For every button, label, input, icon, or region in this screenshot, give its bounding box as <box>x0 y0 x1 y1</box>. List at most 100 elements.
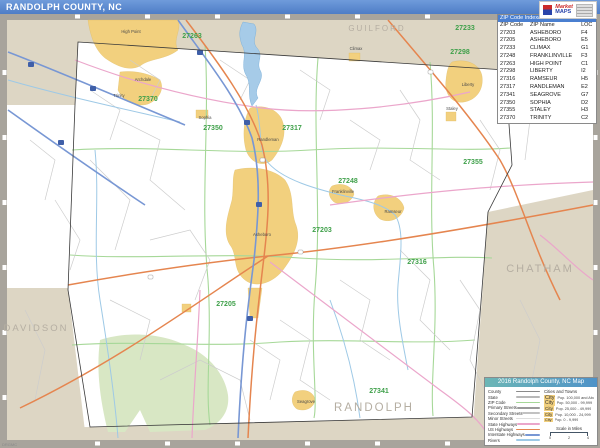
legend-line-sample <box>516 418 540 420</box>
city-name-label: Asheboro <box>253 232 272 237</box>
scale-bar: Scale in Miles 024 <box>544 426 594 440</box>
legend-item-label: Rivers <box>488 438 516 443</box>
zip-code-label: 27298 <box>450 49 470 56</box>
legend-city-class: CityPop. 25,000 - 49,999 <box>544 406 594 412</box>
legend-city-desc: Pop. 50,000 - 99,999 <box>557 401 592 405</box>
col-loc: LOC <box>579 22 596 30</box>
zip-code-label: 27233 <box>455 25 475 32</box>
zip-code-label: 27203 <box>312 227 332 234</box>
zip-code-label: 27248 <box>338 178 358 185</box>
zip-table-row: 27341SEAGROVEG7 <box>498 92 596 100</box>
legend-line-sample <box>516 429 540 431</box>
county-name-label: RANDOLPH <box>334 402 414 414</box>
legend-item-label: Secondary Streets <box>488 411 522 416</box>
city-name-label: Sophia <box>198 115 212 120</box>
zip-loc-cell: C1 <box>579 61 596 69</box>
zip-index-table: ZIP Code Index/Grid Locator ZIP Code ZIP… <box>497 14 597 124</box>
legend-city-desc: Pop. 25,000 - 49,999 <box>556 407 591 411</box>
zip-table-row: 27370TRINITYC2 <box>498 115 596 123</box>
zip-code-label: 27370 <box>138 96 158 103</box>
zip-code-label: 27350 <box>203 125 223 132</box>
legend-item-label: US Highways <box>488 427 516 432</box>
legend-item-label: State Highways <box>488 422 517 427</box>
zip-table-body: 27203ASHEBOROF427205ASHEBOROE527233CLIMA… <box>498 30 596 124</box>
city-name-label: Staley <box>446 106 459 111</box>
zip-name-cell: ASHEBORO <box>528 30 579 38</box>
publisher-logo-extra <box>576 4 593 17</box>
city-name-label: Archdale <box>135 77 152 82</box>
zip-code-cell: 27233 <box>498 45 528 53</box>
zip-table-row: 27317RANDLEMANE2 <box>498 84 596 92</box>
map-legend: 2016 Randolph County, NC Map CountyState… <box>484 377 598 446</box>
legend-item-label: Primary Streets <box>488 405 517 410</box>
legend-city-sample: City <box>544 412 553 417</box>
zip-code-cell: 27248 <box>498 53 528 61</box>
legend-line-sample <box>516 402 540 404</box>
city-name-label: Liberty <box>462 82 475 87</box>
legend-item-label: County <box>488 389 516 394</box>
legend-line-sample <box>516 391 540 393</box>
legend-item-label: State <box>488 395 516 400</box>
legend-cities: CityPop. 100,000 and AboveCityPop. 50,00… <box>544 395 594 423</box>
legend-item-label: ZIP Code <box>488 400 516 405</box>
zip-table-row: 27316RAMSEURH5 <box>498 76 596 84</box>
zip-name-cell: LIBERTY <box>528 68 579 76</box>
zip-name-cell: TRINITY <box>528 115 579 123</box>
scale-tick: 0 <box>549 436 551 440</box>
publisher-logo-icon <box>543 5 552 15</box>
zip-name-cell: HIGH POINT <box>528 61 579 69</box>
zip-name-cell: RANDLEMAN <box>528 84 579 92</box>
city-name-label: Trinity <box>113 93 125 98</box>
county-name-label: CHATHAM <box>506 263 574 275</box>
legend-line-sample <box>516 439 540 441</box>
zip-table-row: 27350SOPHIAD2 <box>498 100 596 108</box>
zip-code-cell: 27370 <box>498 115 528 123</box>
city-name-label: High Point <box>121 29 141 34</box>
legend-line-sample <box>522 412 540 414</box>
zip-code-cell: 27316 <box>498 76 528 84</box>
city-name-label: Randleman <box>257 137 279 142</box>
zip-code-label: 27263 <box>182 33 202 40</box>
legend-item: Rivers <box>488 438 540 443</box>
scale-bar-line <box>550 432 588 436</box>
zip-name-cell: STALEY <box>528 107 579 115</box>
zip-loc-cell: H5 <box>579 76 596 84</box>
legend-item-label: Minor Streets <box>488 416 516 421</box>
zip-code-label: 27341 <box>369 388 389 395</box>
city-name-label: Franklinville <box>332 189 355 194</box>
zip-loc-cell: E5 <box>579 37 596 45</box>
zip-table-row: 27205ASHEBOROE5 <box>498 37 596 45</box>
title-bar: RANDOLPH COUNTY, NC <box>0 0 600 14</box>
zip-table-row: 27248FRANKLINVILLEF3 <box>498 53 596 61</box>
zip-name-cell: SOPHIA <box>528 100 579 108</box>
scale-tick: 2 <box>568 436 570 440</box>
zip-code-cell: 27298 <box>498 68 528 76</box>
legend-city-class: CityPop. 0 - 9,999 <box>544 417 594 423</box>
zip-code-label: 27316 <box>407 259 427 266</box>
zip-code-cell: 27341 <box>498 92 528 100</box>
zip-loc-cell: D2 <box>579 100 596 108</box>
zip-table-columns: ZIP Code ZIP Name LOC <box>498 22 596 30</box>
zip-name-cell: CLIMAX <box>528 45 579 53</box>
zip-loc-cell: E2 <box>579 84 596 92</box>
zip-loc-cell: G1 <box>579 45 596 53</box>
zip-loc-cell: G7 <box>579 92 596 100</box>
zip-table-row: 27355STALEYH3 <box>498 107 596 115</box>
zip-code-label: 27355 <box>463 159 483 166</box>
zip-code-cell: 27205 <box>498 37 528 45</box>
legend-items: CountyStateZIP CodePrimary StreetsSecond… <box>488 389 540 443</box>
zip-name-cell: ASHEBORO <box>528 37 579 45</box>
zip-table-row: 27233CLIMAXG1 <box>498 45 596 53</box>
legend-city-class: CityPop. 50,000 - 99,999 <box>544 401 594 407</box>
publisher-logo: Market MAPS <box>539 1 597 19</box>
zip-code-cell: 27350 <box>498 100 528 108</box>
legend-city-desc: Pop. 10,000 - 24,999 <box>555 413 590 417</box>
scale-ticks: 024 <box>549 436 589 440</box>
zip-loc-cell: F4 <box>579 30 596 38</box>
county-name-label: DAVIDSON <box>4 323 69 334</box>
legend-line-sample <box>517 423 540 425</box>
county-name-label: GUILFORD <box>348 24 405 33</box>
zip-code-cell: 27263 <box>498 61 528 69</box>
scale-label: Scale in Miles <box>544 426 594 431</box>
map-title: RANDOLPH COUNTY, NC <box>6 2 122 12</box>
